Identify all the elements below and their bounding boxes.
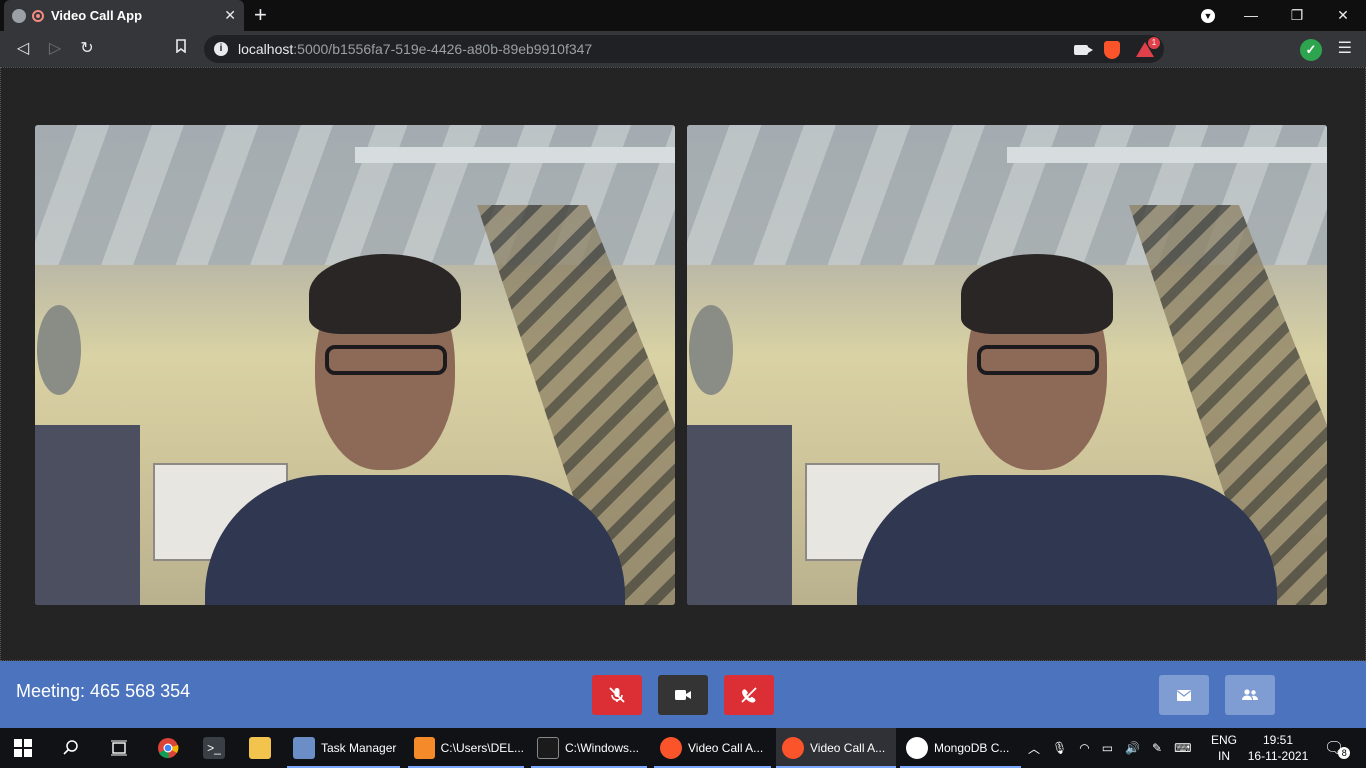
mongodb-compass-icon [906, 737, 928, 759]
url-path: :5000/b1556fa7-519e-4426-a80b-89eb9910f3… [293, 41, 593, 57]
taskbar-app-brave-2[interactable]: Video Call A... [776, 728, 896, 768]
keyboard-icon[interactable]: ⌨ [1174, 741, 1191, 755]
globe-icon [12, 8, 26, 23]
phone-off-icon [741, 687, 757, 703]
chevron-up-icon[interactable]: ︿ [1028, 740, 1040, 757]
minimize-button[interactable]: — [1228, 0, 1274, 31]
browser-tabstrip: Video Call App ✕ + ▼ — ❐ ✕ [0, 0, 1366, 31]
camera-in-use-icon[interactable] [1074, 45, 1093, 55]
tab-title: Video Call App [51, 8, 143, 23]
notifications-icon[interactable]: 🗨 8 [1324, 728, 1351, 768]
clock-date: 16-11-2021 [1247, 749, 1309, 763]
volume-icon[interactable]: 🔊 [1125, 741, 1140, 755]
video-tile-remote [687, 125, 1327, 605]
chrome-icon[interactable] [157, 728, 179, 768]
video-camera-icon [675, 690, 691, 700]
close-window-button[interactable]: ✕ [1320, 0, 1366, 31]
webcam-feed [35, 125, 675, 605]
sublime-text-icon [414, 737, 435, 759]
system-tray: ︿ 🎙 ◠ ▭ 🔊 ✎ ⌨ [1028, 728, 1191, 768]
mute-mic-button[interactable] [592, 675, 642, 715]
url-host: localhost [238, 41, 294, 57]
browser-tab-video-call[interactable]: Video Call App ✕ [4, 0, 244, 31]
address-bar[interactable]: i localhost:5000/b1556fa7-519e-4426-a80b… [204, 35, 1164, 63]
toggle-video-button[interactable] [658, 675, 708, 715]
call-control-bar: Meeting: 465 568 354 [0, 661, 1366, 728]
new-tab-button[interactable]: + [254, 3, 267, 27]
meeting-id-label: Meeting: 465 568 354 [16, 681, 191, 701]
mic-off-icon [609, 687, 625, 703]
rewards-badge: 1 [1148, 37, 1160, 49]
clock[interactable]: 19:51 16-11-2021 [1244, 728, 1312, 768]
brave-rewards-icon[interactable]: 1 [1136, 37, 1160, 58]
forward-button[interactable]: ▷ [40, 31, 70, 67]
battery-icon[interactable]: ▭ [1102, 741, 1113, 755]
participant-image [857, 254, 1277, 605]
back-button[interactable]: ◁ [8, 31, 38, 67]
input-language[interactable]: ENG IN [1208, 728, 1240, 768]
clock-time: 19:51 [1262, 733, 1294, 747]
windows-taskbar: >_ Task Manager C:\Users\DEL... C:\Windo… [0, 728, 1366, 768]
wifi-icon[interactable]: ◠ [1079, 741, 1089, 755]
browser-toolbar: ◁ ▷ ↻ i localhost:5000/b1556fa7-519e-442… [0, 31, 1366, 67]
pen-icon[interactable]: ✎ [1152, 741, 1162, 755]
notification-count: 8 [1338, 747, 1351, 759]
users-icon [1242, 689, 1258, 700]
taskbar-app-cmd[interactable]: C:\Windows... [531, 728, 647, 768]
taskbar-app-sublime[interactable]: C:\Users\DEL... [408, 728, 524, 768]
end-call-button[interactable] [724, 675, 774, 715]
taskbar-app-task-manager[interactable]: Task Manager [287, 728, 400, 768]
task-view-icon[interactable] [110, 728, 128, 768]
taskbar-app-mongodb[interactable]: MongoDB C... [900, 728, 1021, 768]
command-prompt-icon [537, 737, 559, 759]
downloads-icon[interactable]: ▼ [1188, 0, 1228, 31]
browser-menu-icon[interactable]: ☰ [1338, 39, 1352, 59]
site-info-icon[interactable]: i [214, 42, 228, 56]
window-controls: ▼ — ❐ ✕ [1188, 0, 1366, 31]
recording-indicator-icon [32, 9, 44, 22]
windows-start-icon[interactable] [14, 728, 32, 768]
search-icon[interactable] [62, 728, 80, 768]
taskbar-app-brave-1[interactable]: Video Call A... [654, 728, 771, 768]
bookmark-icon[interactable] [166, 31, 196, 67]
terminal-icon[interactable]: >_ [203, 728, 225, 768]
participant-image [205, 254, 625, 605]
webcam-feed [687, 125, 1327, 605]
brave-shields-icon[interactable] [1104, 41, 1120, 59]
task-manager-icon [293, 737, 315, 759]
chat-button[interactable] [1159, 675, 1209, 715]
tab-close-button[interactable]: ✕ [224, 7, 236, 24]
maximize-button[interactable]: ❐ [1274, 0, 1320, 31]
reload-button[interactable]: ↻ [72, 31, 102, 67]
microphone-icon[interactable]: 🎙 [1052, 741, 1067, 755]
brave-icon [660, 737, 682, 759]
participants-button[interactable] [1225, 675, 1275, 715]
brave-icon [782, 737, 804, 759]
extension-icon[interactable]: ✓ [1300, 39, 1322, 61]
video-tile-local [35, 125, 675, 605]
video-grid [0, 67, 1366, 661]
envelope-icon [1177, 689, 1191, 701]
file-explorer-icon[interactable] [249, 728, 271, 768]
